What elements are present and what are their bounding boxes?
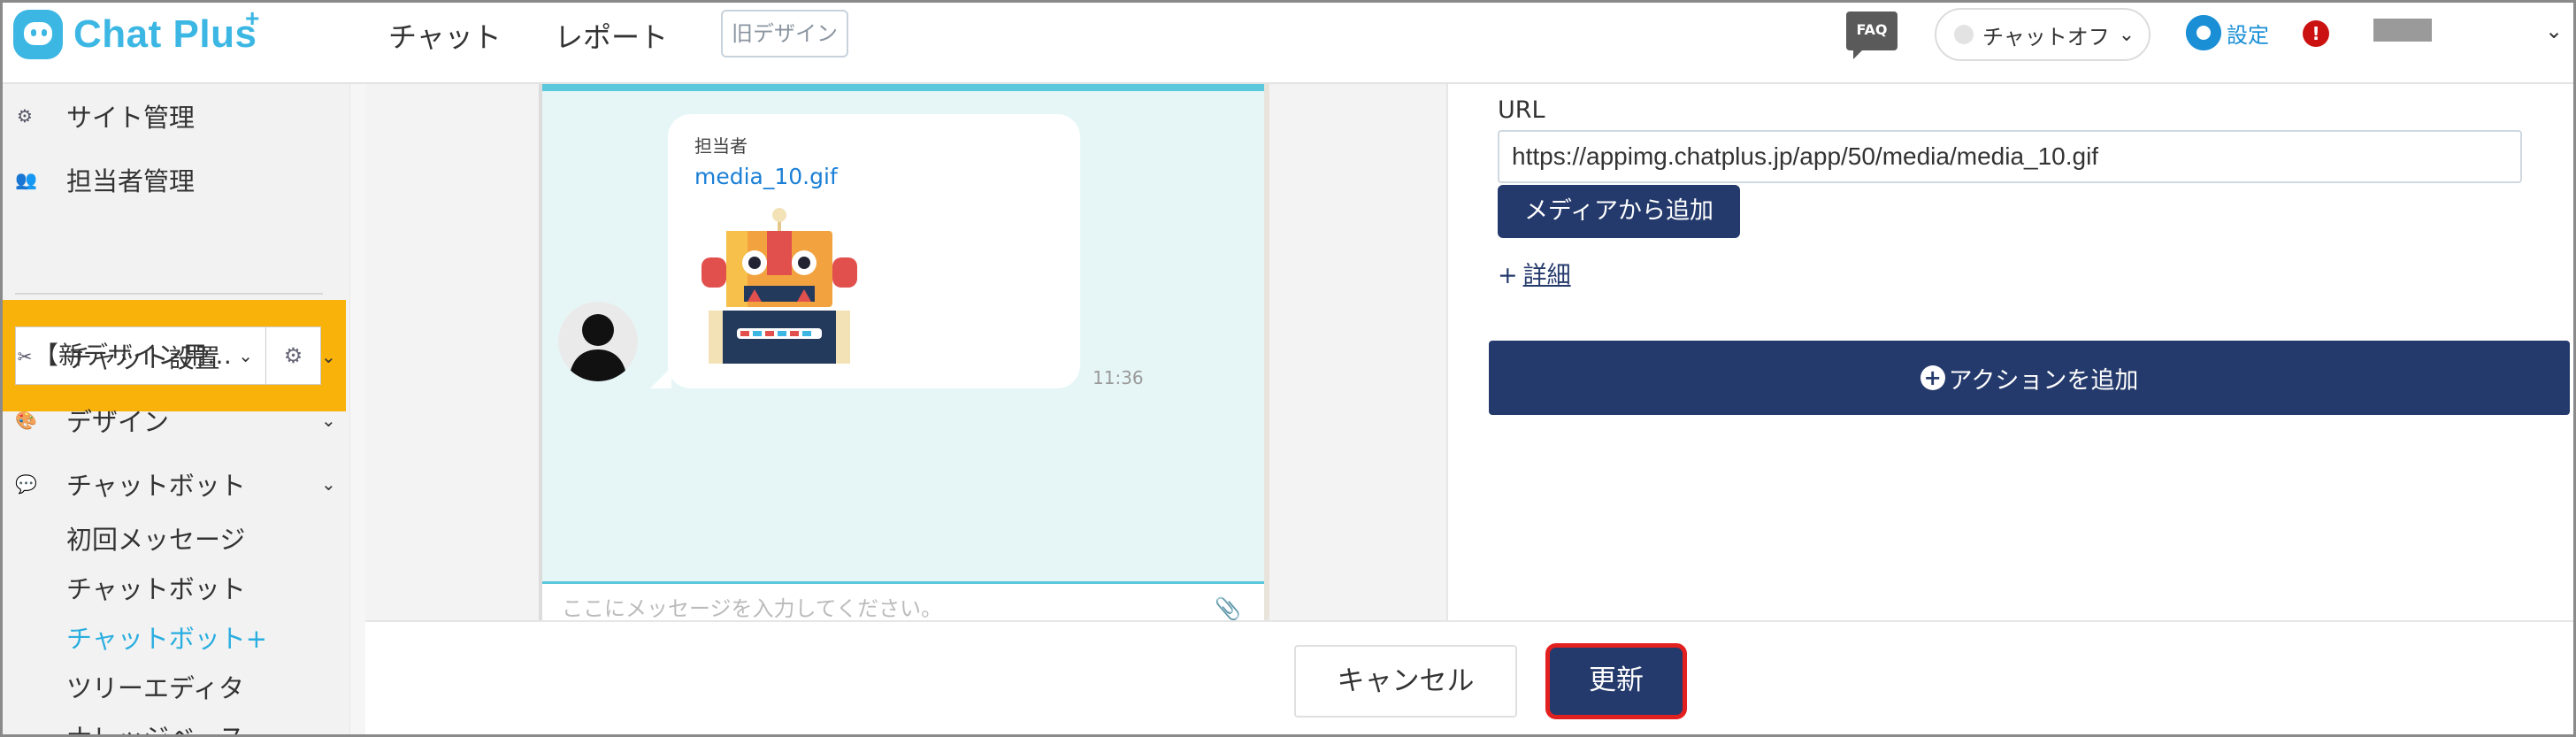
agent-name: 担当者	[694, 135, 748, 157]
cancel-button[interactable]: キャンセル	[1294, 645, 1517, 718]
sidebar-item-design[interactable]: 🎨 デザイン ⌄	[15, 401, 349, 440]
gear-icon: ⚙	[17, 105, 33, 127]
message-time: 11:36	[1092, 367, 1144, 388]
chat-status-label: チャットオフ	[1982, 24, 2110, 50]
sidebar-item-label: デザイン	[66, 407, 170, 437]
sidebar-sub-chatbot-plus[interactable]: チャットボット+	[66, 618, 267, 656]
sidebar-scrollbar[interactable]	[349, 84, 365, 734]
gear-icon	[2186, 15, 2221, 50]
detail-toggle[interactable]: + 詳細	[1498, 256, 1571, 290]
sidebar-divider	[15, 293, 323, 295]
sidebar-item-label: サイト管理	[66, 103, 196, 133]
settings-link[interactable]: 設定	[2186, 15, 2269, 50]
sidebar-sub-knowledge-base[interactable]: ナレッジベース	[66, 718, 245, 734]
detail-link-label: 詳細	[1522, 262, 1571, 289]
user-avatar[interactable]	[2373, 19, 2432, 42]
add-from-media-button[interactable]: メディアから追加	[1498, 185, 1740, 238]
top-header: Chat Plus + チャット レポート 旧デザイン FAQ チャットオフ ⌄…	[3, 3, 2573, 84]
sidebar-sub-first-message[interactable]: 初回メッセージ	[66, 519, 245, 557]
message-input-bar[interactable]: ここにメッセージを入力してください。 📎	[542, 581, 1264, 621]
old-design-button[interactable]: 旧デザイン	[721, 10, 848, 58]
user-menu-chevron-icon[interactable]: ⌄	[2545, 19, 2563, 43]
add-action-button[interactable]: + アクションを追加	[1489, 341, 2570, 415]
media-link[interactable]: media_10.gif	[694, 164, 838, 189]
plus-icon: +	[1498, 262, 1518, 289]
chevron-down-icon: ⌄	[321, 346, 336, 367]
url-input[interactable]: https://appimg.chatplus.jp/app/50/media/…	[1498, 130, 2522, 183]
chat-preview-window: 担当者 media_10.gif 11:36 ここにメッセージを入力してください…	[539, 84, 1269, 621]
nav-report[interactable]: レポート	[555, 15, 668, 54]
preview-top-bar	[542, 84, 1264, 91]
message-input-placeholder: ここにメッセージを入力してください。	[562, 596, 943, 621]
robot-image	[691, 201, 868, 374]
update-button[interactable]: 更新	[1545, 643, 1687, 719]
chat-bubbles-icon: 💬	[15, 473, 37, 495]
message-bubble: 担当者 media_10.gif	[650, 114, 1080, 388]
chevron-down-icon: ⌄	[2118, 23, 2135, 46]
paperclip-icon[interactable]: 📎	[1215, 596, 1241, 621]
app-window: Chat Plus + チャット レポート 旧デザイン FAQ チャットオフ ⌄…	[0, 0, 2576, 737]
plus-circle-icon: +	[1920, 365, 1945, 390]
chevron-down-icon: ⌄	[321, 473, 336, 495]
faq-icon[interactable]: FAQ	[1846, 12, 1898, 59]
settings-label: 設定	[2227, 22, 2269, 48]
sidebar-item-label: チャット設置	[66, 343, 220, 373]
palette-icon: 🎨	[15, 410, 37, 431]
status-dot-icon	[1954, 25, 1974, 44]
logo-text: Chat Plus	[73, 12, 257, 56]
sidebar-sub-tree-editor[interactable]: ツリーエディタ	[66, 668, 244, 705]
alert-icon[interactable]: !	[2303, 20, 2329, 47]
logo-plus: +	[245, 4, 260, 32]
sidebar-item-agent-management[interactable]: 👥 担当者管理	[15, 160, 195, 199]
chat-status-dropdown[interactable]: チャットオフ ⌄	[1935, 8, 2150, 61]
add-action-label: アクションを追加	[1948, 366, 2139, 395]
tools-icon: ✂	[17, 346, 33, 367]
sidebar-item-label: 担当者管理	[66, 166, 196, 196]
sidebar: ⚙ サイト管理 👥 担当者管理 【新デザイン用… ⌄ ⚙ ✂ チャット設置 ⌄ …	[3, 84, 349, 734]
sidebar-sub-chatbot[interactable]: チャットボット	[66, 569, 246, 606]
sidebar-item-chatbot[interactable]: 💬 チャットボット ⌄	[15, 464, 349, 503]
sidebar-item-label: チャットボット	[66, 471, 246, 501]
users-icon: 👥	[15, 169, 37, 190]
agent-avatar	[558, 302, 638, 381]
chat-plus-logo[interactable]: Chat Plus +	[13, 4, 260, 63]
url-label: URL	[1498, 96, 1545, 124]
chat-plus-logo-icon	[13, 10, 63, 59]
nav-chat[interactable]: チャット	[388, 15, 502, 54]
sidebar-item-site-management[interactable]: ⚙ サイト管理	[15, 96, 195, 135]
panel-divider	[1446, 84, 1448, 620]
chevron-down-icon: ⌄	[321, 410, 336, 431]
sidebar-item-chat-settings[interactable]: ✂ チャット設置 ⌄	[15, 337, 349, 376]
